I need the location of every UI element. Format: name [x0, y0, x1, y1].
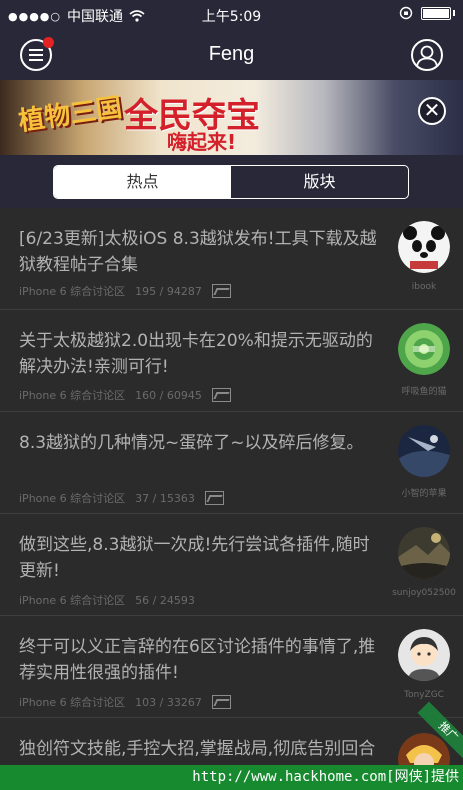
landscape-avatar-icon[interactable]	[398, 527, 450, 579]
banner-close-button[interactable]: ✕	[418, 97, 446, 125]
battery-tip-icon	[453, 10, 455, 16]
orientation-lock-icon	[399, 6, 413, 20]
post-username: TonyZGC	[404, 690, 444, 700]
post-title: 独创符文技能,手控大招,掌握战局,彻底告别回合模式	[19, 739, 376, 759]
tab-area: 热点 版块	[0, 155, 463, 208]
image-icon	[211, 695, 231, 709]
status-bar: ●●●●○ 中国联通 上午5:09	[0, 0, 463, 30]
post-forum: iPhone 6 综合讨论区	[19, 696, 126, 709]
tab-hot[interactable]: 热点	[54, 166, 231, 198]
app-title: Feng	[208, 43, 255, 65]
dark-photo-avatar-icon[interactable]	[398, 425, 450, 477]
post-title: 做到这些,8.3越狱一次成!先行尝试各插件,随时更新!	[19, 535, 370, 581]
image-icon	[211, 284, 231, 298]
post-forum: iPhone 6 综合讨论区	[19, 285, 126, 298]
post-username: ibook	[411, 282, 437, 292]
image-icon	[204, 491, 224, 505]
banner-logo: 植物三国	[16, 92, 124, 138]
post-title: 关于太极越狱2.0出现卡在20%和提示无驱动的解决办法!亲测可行!	[19, 331, 373, 377]
panda-avatar-icon[interactable]	[398, 221, 450, 273]
close-icon: ✕	[423, 98, 441, 122]
post-stats: 103 / 33267	[135, 695, 202, 709]
post-forum: iPhone 6 综合讨论区	[19, 389, 126, 402]
ad-banner[interactable]: 植物三国 全民夺宝 嗨起来! ✕	[0, 80, 463, 155]
status-right	[399, 6, 455, 20]
segmented-control: 热点 版块	[53, 165, 409, 199]
post-username: 呼吸鱼的猫	[401, 387, 447, 397]
post-stats: 195 / 94287	[135, 284, 202, 298]
default-person-avatar-icon[interactable]	[398, 629, 450, 681]
post-title: [6/23更新]太极iOS 8.3越狱发布!工具下载及越狱教程帖子合集	[19, 229, 377, 275]
post-forum: iPhone 6 综合讨论区	[19, 492, 126, 505]
battery-icon	[421, 6, 451, 20]
post-meta: iPhone 6 综合讨论区 160 / 60945	[19, 387, 231, 403]
post-meta: iPhone 6 综合讨论区 103 / 33267	[19, 694, 231, 710]
post-item[interactable]: 关于太极越狱2.0出现卡在20%和提示无驱动的解决办法!亲测可行! iPhone…	[0, 310, 463, 412]
post-item[interactable]: 做到这些,8.3越狱一次成!先行尝试各插件,随时更新! iPhone 6 综合讨…	[0, 514, 463, 616]
post-stats: 37 / 15363	[135, 491, 195, 505]
post-stats: 160 / 60945	[135, 388, 202, 402]
post-meta: iPhone 6 综合讨论区 56 / 24593	[19, 592, 195, 608]
green-pattern-avatar-icon[interactable]	[398, 323, 450, 375]
post-item[interactable]: 终于可以义正言辞的在6区讨论插件的事情了,推荐实用性很强的插件! iPhone …	[0, 616, 463, 718]
status-time: 上午5:09	[201, 9, 262, 25]
image-icon	[211, 388, 231, 402]
post-feed: [6/23更新]太极iOS 8.3越狱发布!工具下载及越狱教程帖子合集 iPho…	[0, 208, 463, 765]
post-title: 终于可以义正言辞的在6区讨论插件的事情了,推荐实用性很强的插件!	[19, 637, 376, 683]
user-profile-icon	[416, 45, 438, 69]
profile-button[interactable]	[411, 39, 443, 71]
post-item[interactable]: 8.3越狱的几种情况~蛋碎了~以及碎后修复。 iPhone 6 综合讨论区 37…	[0, 412, 463, 514]
nav-bar: Feng	[0, 30, 463, 80]
post-forum: iPhone 6 综合讨论区	[19, 594, 126, 607]
post-meta: iPhone 6 综合讨论区 195 / 94287	[19, 283, 231, 299]
post-item-sponsored[interactable]: 独创符文技能,手控大招,掌握战局,彻底告别回合模式 推广	[0, 701, 463, 765]
post-username: sunjoy052500	[392, 588, 456, 598]
watermark-bar: http://www.hackhome.com[网侠]提供	[0, 765, 463, 790]
post-meta: iPhone 6 综合讨论区 37 / 15363	[19, 490, 224, 506]
post-username: 小智的苹果	[401, 489, 447, 499]
tab-boards[interactable]: 版块	[231, 166, 408, 198]
post-stats: 56 / 24593	[135, 593, 195, 607]
post-item[interactable]: [6/23更新]太极iOS 8.3越狱发布!工具下载及越狱教程帖子合集 iPho…	[0, 208, 463, 310]
post-title: 8.3越狱的几种情况~蛋碎了~以及碎后修复。	[19, 433, 364, 453]
banner-subline: 嗨起来!	[167, 130, 237, 154]
